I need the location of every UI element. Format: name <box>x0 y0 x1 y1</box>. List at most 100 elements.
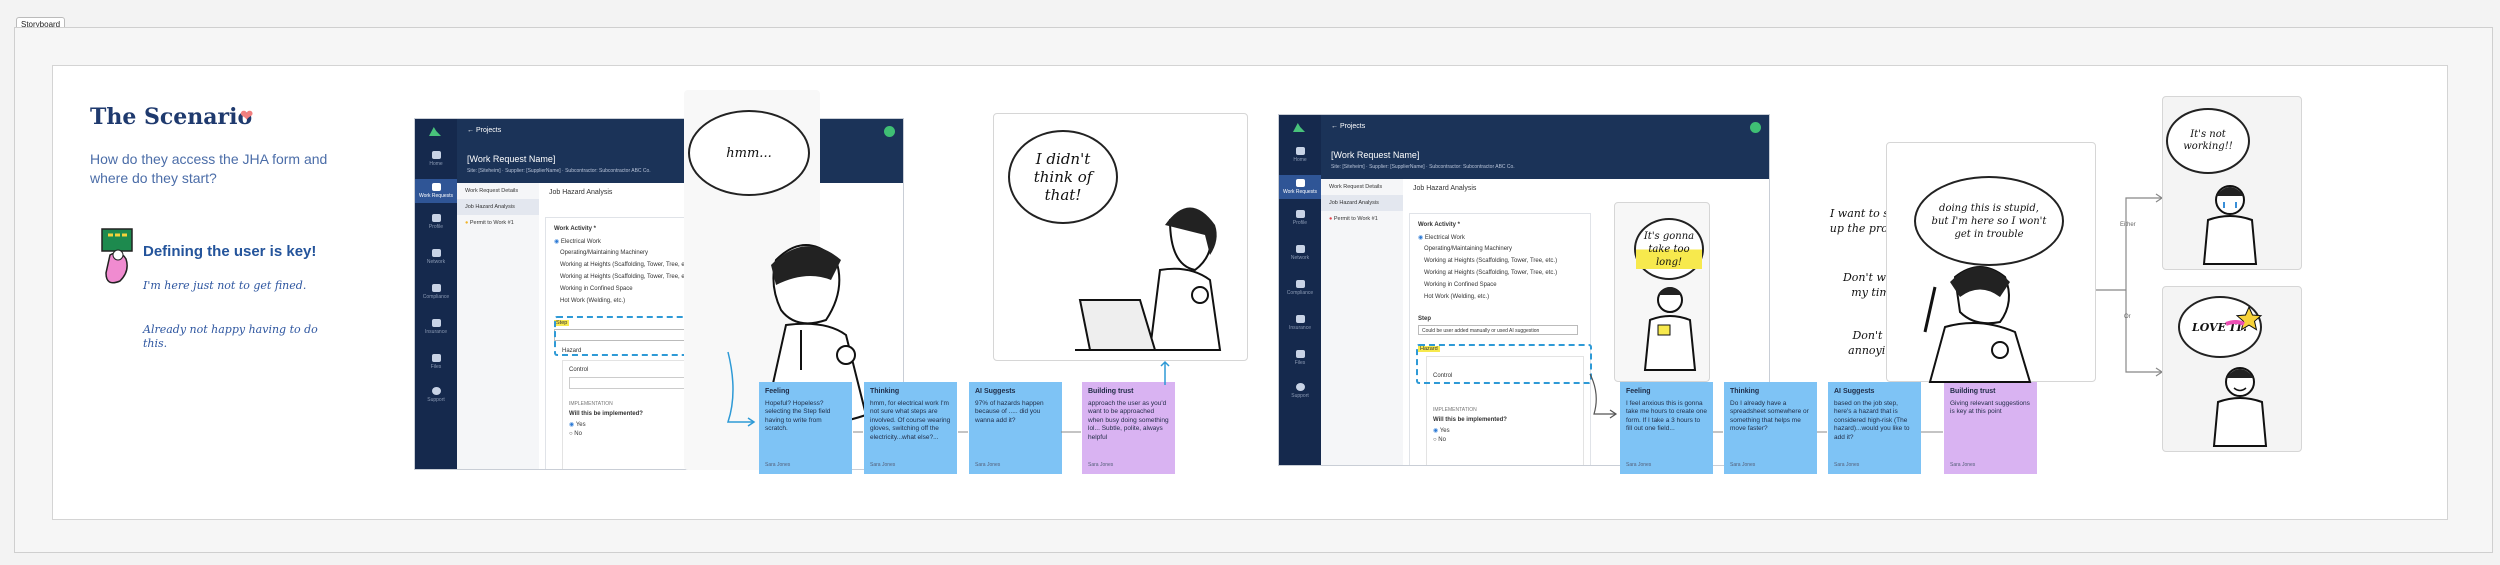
activity-option[interactable]: Working in Confined Space <box>560 286 633 292</box>
logo-icon <box>429 127 441 136</box>
activity-option[interactable]: Operating/Maintaining Machinery <box>560 250 648 256</box>
activity-option[interactable]: Working at Heights (Scaffolding, Tower, … <box>560 274 693 280</box>
up-arrow <box>1160 360 1170 385</box>
branch-arrows <box>2096 193 2164 377</box>
logo-icon <box>1293 123 1305 132</box>
app-header: ← Projects [Work Request Name] Site: [Si… <box>457 119 903 183</box>
happy-woman-illustration <box>2212 367 2268 447</box>
profile-icon <box>431 214 441 222</box>
thought-cloud-hmm: hmm... <box>688 110 810 196</box>
radio-yes[interactable]: ◉ Yes <box>569 421 586 428</box>
connector-arrows <box>853 431 1081 433</box>
nav-network[interactable]: Network <box>1279 245 1321 261</box>
jha-form: Work Activity * ◉ Electrical Work Operat… <box>1409 213 1591 465</box>
menu-item-jha[interactable]: Job Hazard Analysis <box>1321 195 1403 211</box>
menu-item-jha[interactable]: Job Hazard Analysis <box>457 199 539 215</box>
activity-option[interactable]: Hot Work (Welding, etc.) <box>1424 294 1489 300</box>
flow-arrow <box>1589 373 1618 419</box>
connector-arrows <box>1713 431 1943 433</box>
radio-no[interactable]: ○ No <box>1433 437 1446 443</box>
radio-no[interactable]: ○ No <box>569 431 582 437</box>
folder-icon <box>431 354 441 362</box>
key-point: Defining the user is key! <box>143 243 317 260</box>
sidebar: Home Work Requests Profile Network Compl… <box>415 119 457 469</box>
nav-files[interactable]: Files <box>415 354 457 370</box>
nav-home[interactable]: Home <box>415 151 457 167</box>
nav-network[interactable]: Network <box>415 249 457 265</box>
avatar[interactable] <box>884 126 895 137</box>
sticky-trust-2: Building trust Giving relevant suggestion… <box>1944 382 2037 474</box>
app-header: ← Projects [Work Request Name] Site: [Si… <box>1321 115 1769 179</box>
wrench-icon <box>1295 179 1305 187</box>
menu-item-permit[interactable]: ● Permit to Work #1 <box>1321 211 1403 227</box>
frustrated-woman-illustration <box>1923 266 2032 383</box>
activity-option[interactable]: Working at Heights (Scaffolding, Tower, … <box>1424 270 1557 276</box>
shield-icon <box>431 319 441 327</box>
shield-icon <box>1295 315 1305 323</box>
profile-icon <box>1295 210 1305 218</box>
step-input[interactable]: Could be user added manually or used AI … <box>1418 325 1578 335</box>
nav-profile[interactable]: Profile <box>1279 210 1321 226</box>
nav-compliance[interactable]: Compliance <box>415 284 457 300</box>
activity-option[interactable]: Operating/Maintaining Machinery <box>1424 246 1512 252</box>
home-icon <box>431 151 441 159</box>
help-icon <box>1295 383 1305 391</box>
menu-item-details[interactable]: Work Request Details <box>457 183 539 199</box>
menu-item-details[interactable]: Work Request Details <box>1321 179 1403 195</box>
branch-or-label: Or <box>2124 314 2131 320</box>
heart-icon: ❤ <box>240 108 254 125</box>
persona-sketch-icon <box>101 228 133 284</box>
avatar[interactable] <box>1750 122 1761 133</box>
flow-arrow <box>726 351 756 427</box>
request-menu: Work Request Details Job Hazard Analysis… <box>457 183 539 469</box>
sidebar: Home Work Requests Profile Network Compl… <box>1279 115 1321 465</box>
implementation-label: IMPLEMENTATION <box>569 401 613 407</box>
nav-profile[interactable]: Profile <box>415 214 457 230</box>
work-activity-label: Work Activity * <box>1418 222 1461 228</box>
control-label: Control <box>569 367 589 373</box>
scenario-title: The Scenario <box>90 104 253 130</box>
activity-option[interactable]: ◉ Electrical Work <box>554 238 601 245</box>
back-link[interactable]: ← Projects <box>467 127 501 134</box>
nav-insurance[interactable]: Insurance <box>415 319 457 335</box>
nav-support[interactable]: Support <box>415 387 457 403</box>
home-icon <box>1295 147 1305 155</box>
back-link[interactable]: ← Projects <box>1331 123 1365 130</box>
phone-woman-illustration <box>1643 287 1697 371</box>
step-label: Step <box>1418 316 1432 322</box>
work-request-name: [Work Request Name] <box>467 154 556 164</box>
work-request-meta: Site: [Siteheim] · Supplier: [SupplierNa… <box>1331 164 1515 170</box>
nav-work-requests[interactable]: Work Requests <box>1279 175 1321 199</box>
work-request-name: [Work Request Name] <box>1331 150 1420 160</box>
scenario-question: How do they access the JHA form and wher… <box>90 151 328 186</box>
work-activity-label: Work Activity * <box>554 226 597 232</box>
activity-option[interactable]: Working in Confined Space <box>1424 282 1497 288</box>
radio-yes[interactable]: ◉ Yes <box>1433 427 1450 434</box>
thought-cloud-not-working: It's not working!! <box>2166 108 2250 174</box>
nav-work-requests[interactable]: Work Requests <box>415 179 457 203</box>
request-menu: Work Request Details Job Hazard Analysis… <box>1321 179 1403 465</box>
implemented-question: Will this be implemented? <box>1433 417 1507 423</box>
branch-either-label: Either <box>2120 222 2136 228</box>
hazard-highlight <box>1416 344 1592 384</box>
user-quote-2: Already not happy having to do this. <box>143 323 318 350</box>
network-icon <box>1295 245 1305 253</box>
nav-home[interactable]: Home <box>1279 147 1321 163</box>
activity-option[interactable]: Working at Heights (Scaffolding, Tower, … <box>1424 258 1557 264</box>
user-quote-1: I'm here just not to get fined. <box>143 279 307 292</box>
activity-option[interactable]: ◉ Electrical Work <box>1418 234 1465 241</box>
menu-item-permit[interactable]: ● Permit to Work #1 <box>457 215 539 231</box>
nav-files[interactable]: Files <box>1279 350 1321 366</box>
network-icon <box>431 249 441 257</box>
nav-insurance[interactable]: Insurance <box>1279 315 1321 331</box>
sticky-trust-1: Building trust approach the user as you'd… <box>1082 382 1175 474</box>
activity-option[interactable]: Hot Work (Welding, etc.) <box>560 298 625 304</box>
wrench-icon <box>431 183 441 191</box>
nav-support[interactable]: Support <box>1279 383 1321 399</box>
activity-option[interactable]: Working at Heights (Scaffolding, Tower, … <box>560 262 693 268</box>
implemented-question: Will this be implemented? <box>569 411 643 417</box>
implementation-label: IMPLEMENTATION <box>1433 407 1477 413</box>
nav-compliance[interactable]: Compliance <box>1279 280 1321 296</box>
work-request-meta: Site: [Siteheim] · Supplier: [SupplierNa… <box>467 168 651 174</box>
thought-cloud-stupid: doing this is stupid, but I'm here so I … <box>1914 176 2064 266</box>
